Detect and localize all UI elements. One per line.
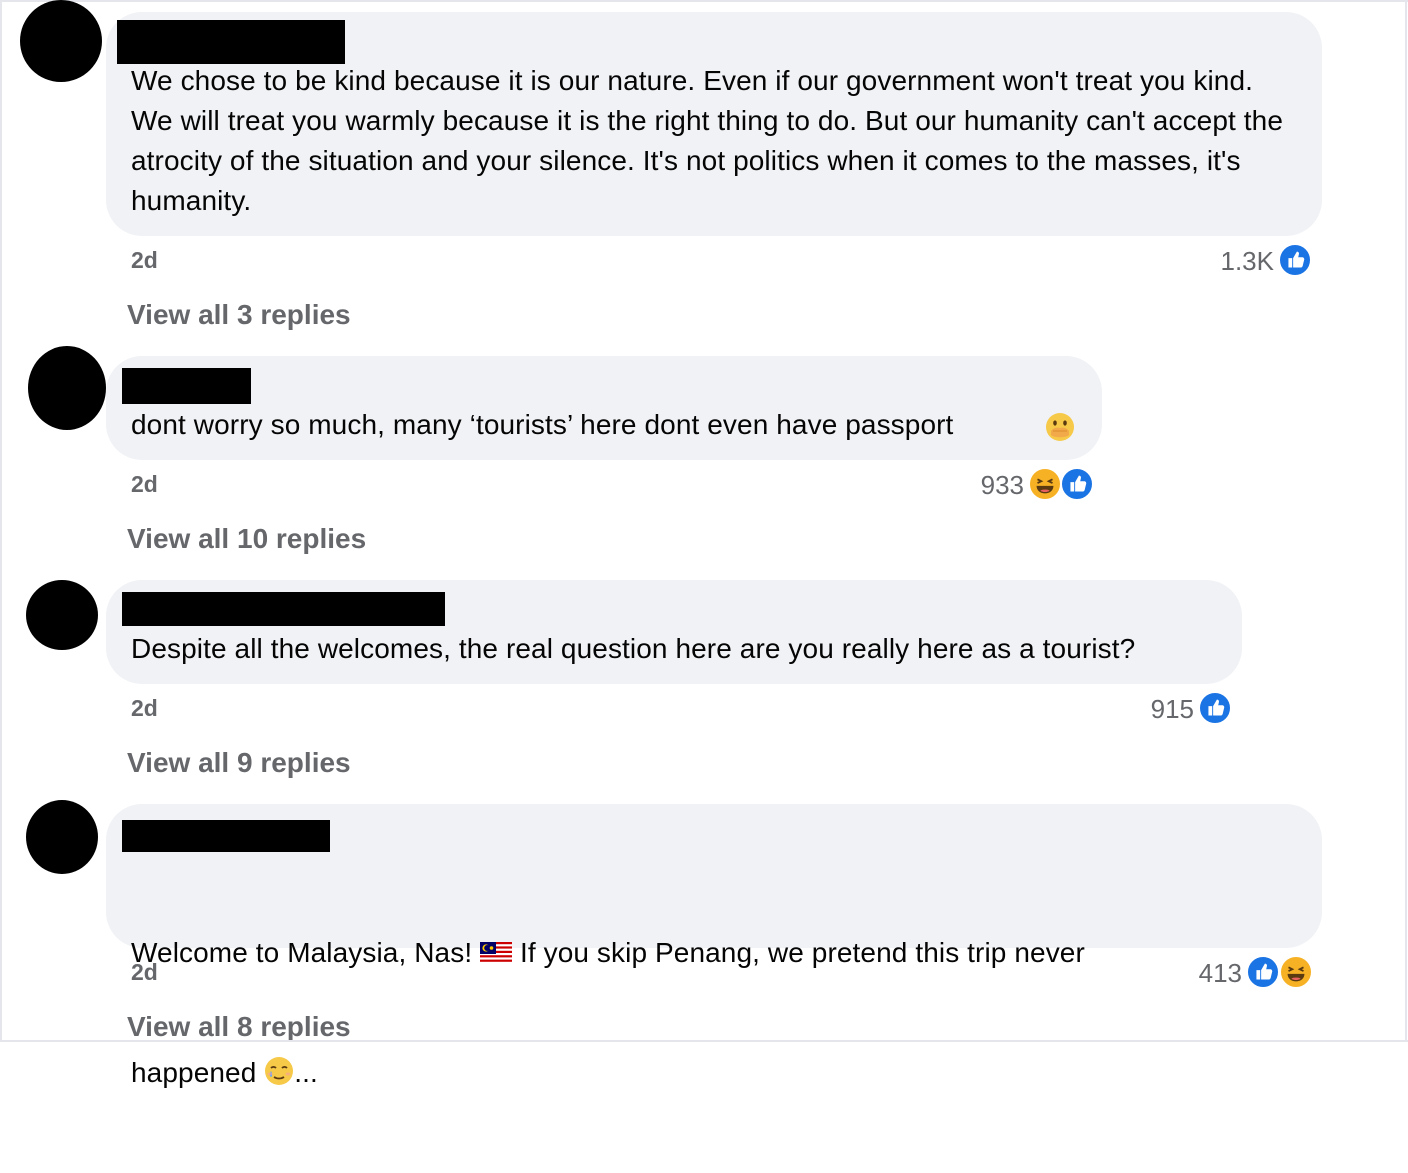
comment-text-line: Welcome to Malaysia, Nas! If you skip Pe… [131, 933, 1291, 973]
redacted-author-name[interactable] [122, 592, 445, 626]
top-border [0, 0, 1408, 2]
redacted-author-name[interactable] [122, 368, 251, 404]
avatar[interactable] [26, 580, 98, 650]
comment-text-line: happened ... [131, 1053, 1291, 1093]
comment-text: dont worry so much, many ‘tourists’ here… [131, 405, 1091, 445]
comment-text-content: dont worry so much, many ‘tourists’ here… [131, 409, 962, 440]
smiling-tear-emoji [264, 1056, 294, 1086]
view-replies-link[interactable]: View all 10 replies [127, 523, 366, 555]
haha-icon[interactable] [1279, 955, 1313, 989]
comment-text: We chose to be kind because it is our na… [131, 65, 1291, 216]
like-icon[interactable] [1246, 955, 1280, 989]
comment-text-content: Welcome to Malaysia, Nas! [131, 937, 481, 968]
like-icon[interactable] [1278, 243, 1312, 277]
view-replies-link[interactable]: View all 3 replies [127, 299, 351, 331]
comment-time[interactable]: 2d [131, 695, 158, 722]
redacted-author-name[interactable] [117, 20, 345, 64]
reaction-count[interactable]: 413 [1140, 958, 1242, 989]
reaction-count[interactable]: 915 [1092, 694, 1194, 725]
avatar[interactable] [28, 346, 106, 430]
bottom-border [0, 1040, 1408, 1052]
comment-time[interactable]: 2d [131, 959, 158, 986]
avatar[interactable] [20, 0, 102, 82]
like-icon[interactable] [1060, 467, 1094, 501]
malaysia-flag-icon [480, 942, 513, 964]
view-replies-link[interactable]: View all 8 replies [127, 1011, 351, 1043]
left-border [0, 0, 2, 1050]
reaction-count[interactable]: 1.3K [1170, 246, 1275, 277]
redacted-author-name[interactable] [122, 820, 330, 852]
comment-time[interactable]: 2d [131, 247, 158, 274]
reaction-count[interactable]: 933 [920, 470, 1024, 501]
view-replies-link[interactable]: View all 9 replies [127, 747, 351, 779]
comment-text-content: happened [131, 1057, 265, 1088]
right-border [1405, 0, 1407, 1050]
comment-text: Despite all the welcomes, the real quest… [131, 633, 1136, 664]
comment-text-content: ... [294, 1057, 318, 1088]
hand-over-mouth-emoji [1045, 412, 1075, 442]
like-icon[interactable] [1198, 691, 1232, 725]
comment-time[interactable]: 2d [131, 471, 158, 498]
comment-text-content: If you skip Penang, we pretend this trip… [512, 937, 1085, 968]
haha-icon[interactable] [1028, 467, 1062, 501]
avatar[interactable] [26, 800, 98, 874]
